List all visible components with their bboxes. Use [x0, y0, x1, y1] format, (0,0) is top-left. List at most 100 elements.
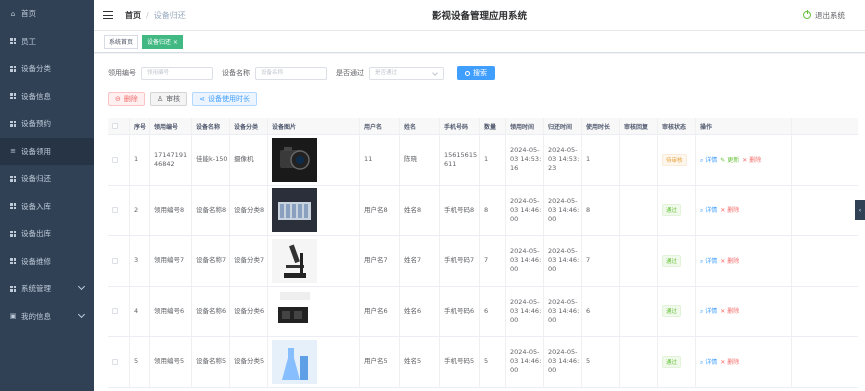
sidebar-item[interactable]: 设备出库 [0, 220, 94, 248]
logout-label: 退出系统 [815, 10, 845, 20]
drawer-handle-icon[interactable]: ‹ [855, 200, 865, 220]
column-header: 设备名称 [192, 118, 230, 134]
sidebar-item-label: 设备入库 [21, 201, 51, 211]
table-cell-reply [620, 236, 658, 286]
status-badge: 通过 [662, 305, 682, 318]
table-row[interactable]: 3 领用编号7 设备名称7 设备分类7 用户名7 姓名7 手机号码7 7 2024-05-03 … [108, 236, 858, 287]
status-badge: 待审核 [662, 153, 687, 166]
table-row[interactable]: 4 领用编号6 设备名称6 设备分类6 用户名6 姓名6 手机号码6 6 2024-05-03 … [108, 286, 858, 337]
breadcrumb-separator: / [146, 10, 149, 20]
delete-row-button[interactable]: ✕ 删除 [720, 205, 739, 215]
table-cell-user: 用户名8 [360, 185, 400, 235]
sidebar-item[interactable]: 系统管理 [0, 275, 94, 303]
cell-text: 2024-05-03 14:46:00 [548, 196, 580, 223]
detail-button-label: 详情 [705, 156, 718, 164]
delete-row-button[interactable]: ✕ 删除 [742, 155, 761, 165]
hamburger-icon[interactable] [103, 11, 113, 19]
table-row[interactable]: 5 领用编号5 设备名称5 设备分类5 用户名5 姓名5 手机号码5 5 2024-05-03 … [108, 337, 858, 388]
cell-text: 8 [586, 205, 591, 214]
tags-view: 系统首页 设备归还 × [94, 31, 865, 53]
device-image-cell [268, 236, 360, 286]
table-cell-qty: 1 [480, 135, 506, 185]
detail-button-label: 详情 [705, 257, 718, 265]
share-icon: ⋖ [199, 95, 206, 103]
breadcrumb-home[interactable]: 首页 [125, 10, 141, 21]
detail-button-label: 详情 [705, 207, 718, 215]
pass-label: 是否通过 [336, 69, 364, 77]
sidebar-item[interactable]: ⌂ 首页 [0, 0, 94, 28]
column-header: 领用时间 [506, 118, 544, 134]
device-image [272, 137, 317, 182]
pass-select[interactable]: 是否通过 [369, 66, 444, 80]
cell-text: 领用编号5 [154, 357, 185, 366]
tag-home[interactable]: 系统首页 [104, 34, 139, 49]
grid-icon [9, 230, 17, 238]
code-label: 领用编号 [108, 69, 136, 77]
status-cell: 待审核 [658, 135, 696, 185]
detail-button[interactable]: ⌕ 详情 [700, 306, 717, 316]
grid-icon [9, 120, 17, 128]
audit-button[interactable]: ♙ 审核 [149, 92, 188, 106]
sidebar-item[interactable]: 设备归还 [0, 165, 94, 193]
sidebar-item[interactable]: 员工 [0, 28, 94, 56]
search-button[interactable]: 搜索 [457, 66, 495, 80]
sidebar-item[interactable]: 设备预约 [0, 110, 94, 138]
cell-text: 用户名7 [364, 256, 388, 265]
table-row[interactable]: 1 1714719146842 佳能k-150 摄像机 11 陈晓 15615615611 1… [108, 135, 858, 186]
table-row[interactable]: 2 领用编号8 设备名称8 设备分类8 用户名8 姓名8 手机号码8 8 2024-05-03 … [108, 185, 858, 236]
column-header: 领用编号 [150, 118, 192, 134]
sidebar-item[interactable]: 设备入库 [0, 193, 94, 221]
operations-cell: ⌕ 详情 ✕ 删除 [696, 286, 792, 336]
sidebar-item[interactable]: 设备信息 [0, 83, 94, 111]
select-all-checkbox[interactable] [112, 123, 118, 129]
row-checkbox[interactable] [112, 257, 118, 264]
row-checkbox[interactable] [112, 207, 118, 214]
cell-text: 手机号码6 [444, 306, 475, 315]
tag-current[interactable]: 设备归还 × [142, 34, 183, 49]
table-cell-reply [620, 185, 658, 235]
sidebar-item[interactable]: ≡ 设备领用 [0, 137, 94, 165]
edit-button[interactable]: ✎ 更新 [720, 155, 739, 165]
top-header: 首页 / 设备归还 影视设备管理应用系统 退出系统 [94, 0, 865, 31]
table-cell-realname: 姓名6 [400, 286, 440, 336]
row-checkbox[interactable] [112, 308, 118, 315]
operations-cell: ⌕ 详情 ✕ 删除 [696, 185, 792, 235]
cell-text: 2024-05-03 14:46:00 [510, 247, 542, 274]
cell-text: 5 [484, 357, 489, 366]
cell-text: 手机号码5 [444, 357, 475, 366]
cell-text: 11 [364, 155, 373, 164]
sidebar-item[interactable]: ▣ 我的信息 [0, 303, 94, 331]
table-cell-dur: 6 [582, 286, 620, 336]
delete-button[interactable]: ⊖ 删除 [108, 92, 145, 106]
detail-button[interactable]: ⌕ 详情 [700, 256, 717, 266]
detail-button-label: 详情 [705, 308, 718, 316]
code-input[interactable]: 领用编号 [141, 66, 213, 80]
sidebar-item[interactable]: 设备分类 [0, 55, 94, 83]
table-cell-qty: 8 [480, 185, 506, 235]
table-cell-cat: 设备分类8 [230, 185, 268, 235]
detail-button[interactable]: ⌕ 详情 [700, 357, 717, 367]
status-cell: 通过 [658, 236, 696, 286]
sidebar-item[interactable]: 设备维修 [0, 248, 94, 276]
cell-text: 2024-05-03 14:53:23 [548, 146, 580, 173]
table-cell-code: 领用编号7 [150, 236, 192, 286]
delete-row-button[interactable]: ✕ 删除 [720, 357, 739, 367]
delete-row-button[interactable]: ✕ 删除 [720, 256, 739, 266]
column-header: 使用时长 [582, 118, 620, 134]
usage-time-button[interactable]: ⋖ 设备使用时长 [192, 92, 258, 106]
cell-text: 用户名8 [364, 205, 388, 214]
cell-text: 5 [134, 357, 139, 366]
search-form: 领用编号 领用编号 设备名称 设备名称 是否通过 是否通过 搜索 [108, 66, 495, 80]
detail-button[interactable]: ⌕ 详情 [700, 205, 717, 215]
row-checkbox[interactable] [112, 156, 118, 163]
table-cell-reply [620, 286, 658, 336]
detail-button[interactable]: ⌕ 详情 [700, 155, 717, 165]
table-cell-code: 领用编号6 [150, 286, 192, 336]
cell-text: 设备分类6 [234, 306, 265, 315]
name-input[interactable]: 设备名称 [255, 66, 327, 80]
logout-button[interactable]: 退出系统 [803, 10, 845, 21]
sidebar-item-label: 设备归还 [21, 174, 51, 184]
delete-row-button[interactable]: ✕ 删除 [720, 306, 739, 316]
row-checkbox[interactable] [112, 358, 118, 365]
cell-text: 2024-05-03 14:46:00 [510, 297, 542, 324]
